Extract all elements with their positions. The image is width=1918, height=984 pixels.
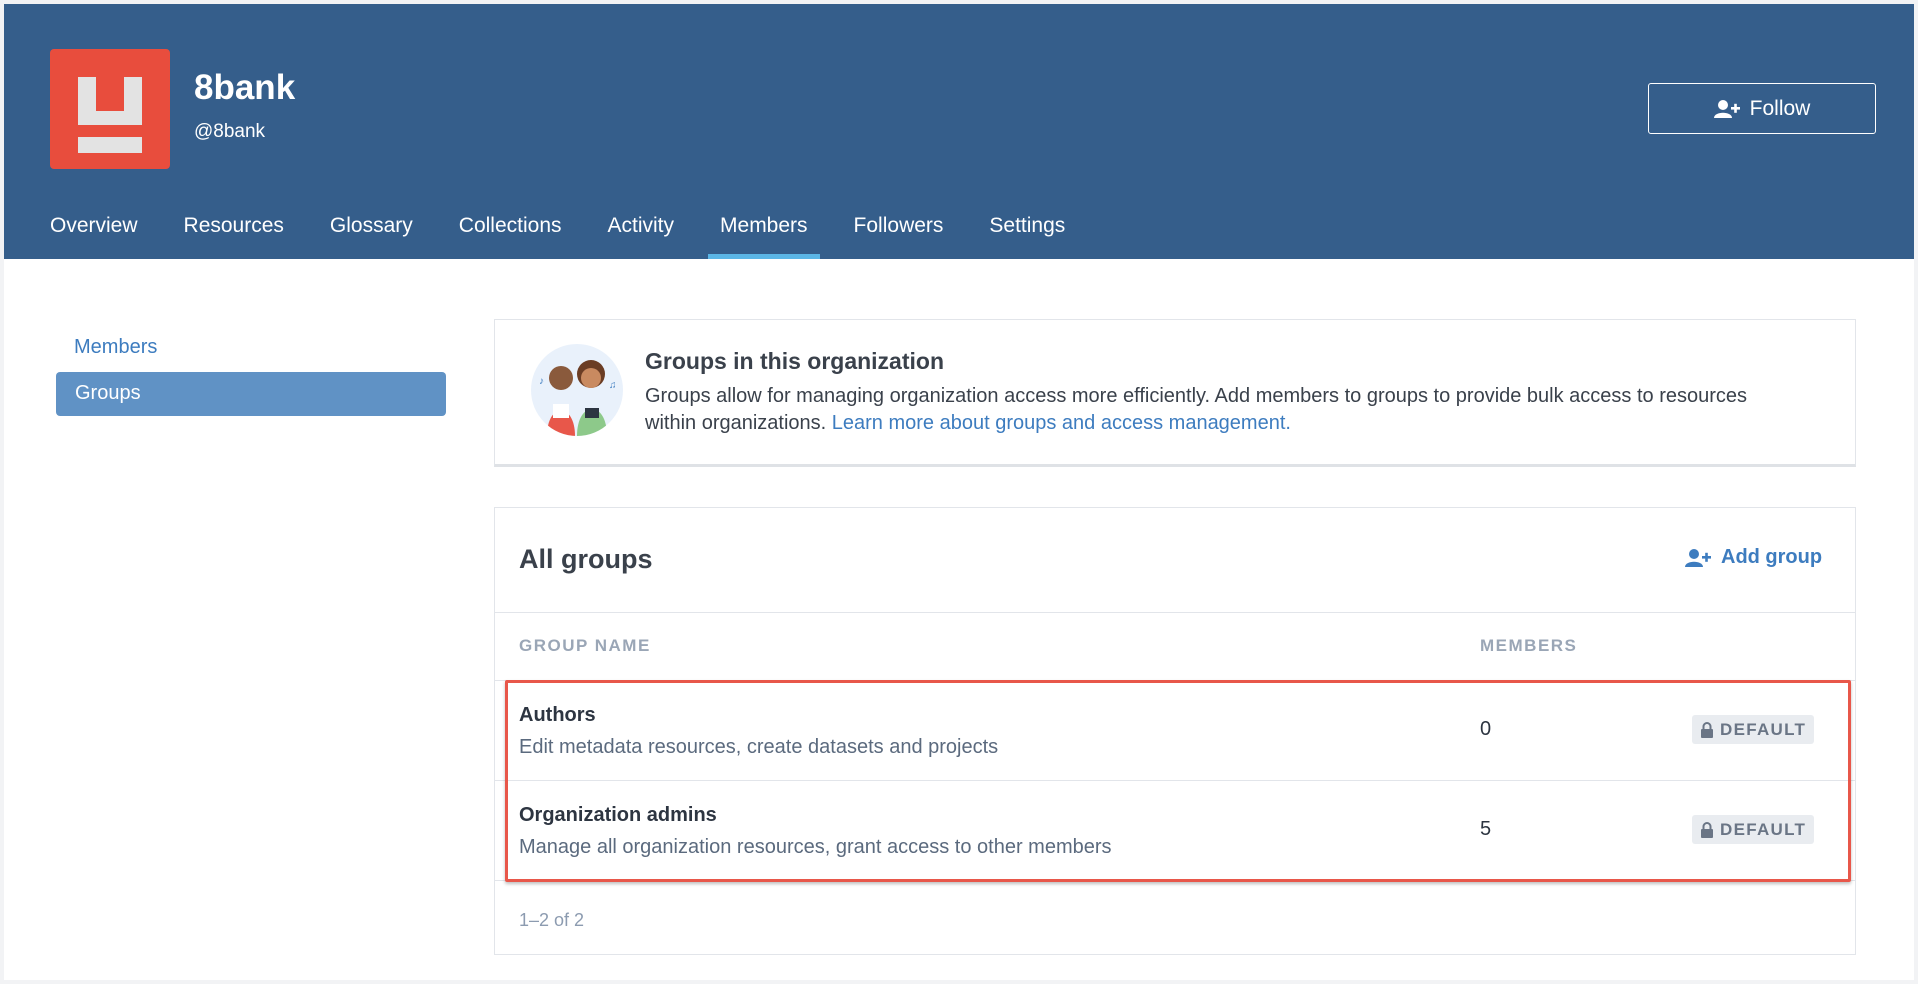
group-member-count: 5 <box>1480 818 1492 840</box>
divider <box>495 880 1855 881</box>
tab-collections[interactable]: Collections <box>459 198 562 259</box>
all-groups-title: All groups <box>519 544 653 574</box>
nav-tabs: Overview Resources Glossary Collections … <box>50 198 1111 259</box>
group-name: Authors <box>519 704 596 726</box>
add-group-label: Add group <box>1721 546 1823 568</box>
table-row[interactable]: Authors Edit metadata resources, create … <box>495 680 1855 780</box>
group-description: Manage all organization resources, grant… <box>519 836 1112 858</box>
badge-label: DEFAULT <box>1720 719 1807 739</box>
column-header-group-name: GROUP NAME <box>519 636 651 655</box>
default-badge: DEFAULT <box>1692 715 1815 744</box>
tab-members[interactable]: Members <box>708 198 820 259</box>
divider <box>495 612 1855 613</box>
user-plus-icon <box>1713 99 1740 118</box>
badge-label: DEFAULT <box>1720 819 1807 839</box>
svg-text:♪: ♪ <box>539 376 544 387</box>
all-groups-card: All groups Add group GROUP NAME MEMBERS … <box>494 507 1856 955</box>
group-member-count: 0 <box>1480 718 1492 740</box>
tab-activity[interactable]: Activity <box>608 198 675 259</box>
group-name: Organization admins <box>519 804 717 826</box>
info-text: Groups allow for managing organization a… <box>645 383 1795 437</box>
user-plus-icon <box>1685 548 1711 567</box>
follow-button[interactable]: Follow <box>1648 83 1876 134</box>
follow-label: Follow <box>1749 96 1811 120</box>
info-title: Groups in this organization <box>645 348 944 374</box>
tab-followers[interactable]: Followers <box>854 198 944 259</box>
org-name: 8bank <box>194 68 296 107</box>
tab-glossary[interactable]: Glossary <box>330 198 413 259</box>
org-handle: @8bank <box>194 121 266 142</box>
learn-more-link[interactable]: Learn more about groups and access manag… <box>832 412 1291 434</box>
tab-settings[interactable]: Settings <box>989 198 1065 259</box>
default-badge: DEFAULT <box>1692 815 1815 844</box>
tab-resources[interactable]: Resources <box>184 198 284 259</box>
svg-text:♫: ♫ <box>609 380 617 391</box>
tab-overview[interactable]: Overview <box>50 198 138 259</box>
groups-info-card: ♪ ♫ Groups in this organization Groups a… <box>494 319 1856 467</box>
add-group-button[interactable]: Add group <box>1685 546 1822 569</box>
sidebar-item-members[interactable]: Members <box>74 336 157 359</box>
lock-icon <box>1701 721 1713 738</box>
table-row[interactable]: Organization admins Manage all organizat… <box>495 780 1855 880</box>
pagination-text: 1–2 of 2 <box>519 910 585 930</box>
column-header-members: MEMBERS <box>1480 636 1578 655</box>
people-illustration-icon: ♪ ♫ <box>531 344 623 436</box>
group-description: Edit metadata resources, create datasets… <box>519 736 999 758</box>
lock-icon <box>1701 821 1713 838</box>
org-logo <box>50 49 170 169</box>
sidebar-item-groups[interactable]: Groups <box>56 372 446 416</box>
org-header: 8bank @8bank Follow Overview Resources G… <box>4 4 1914 259</box>
page: 8bank @8bank Follow Overview Resources G… <box>4 4 1914 980</box>
